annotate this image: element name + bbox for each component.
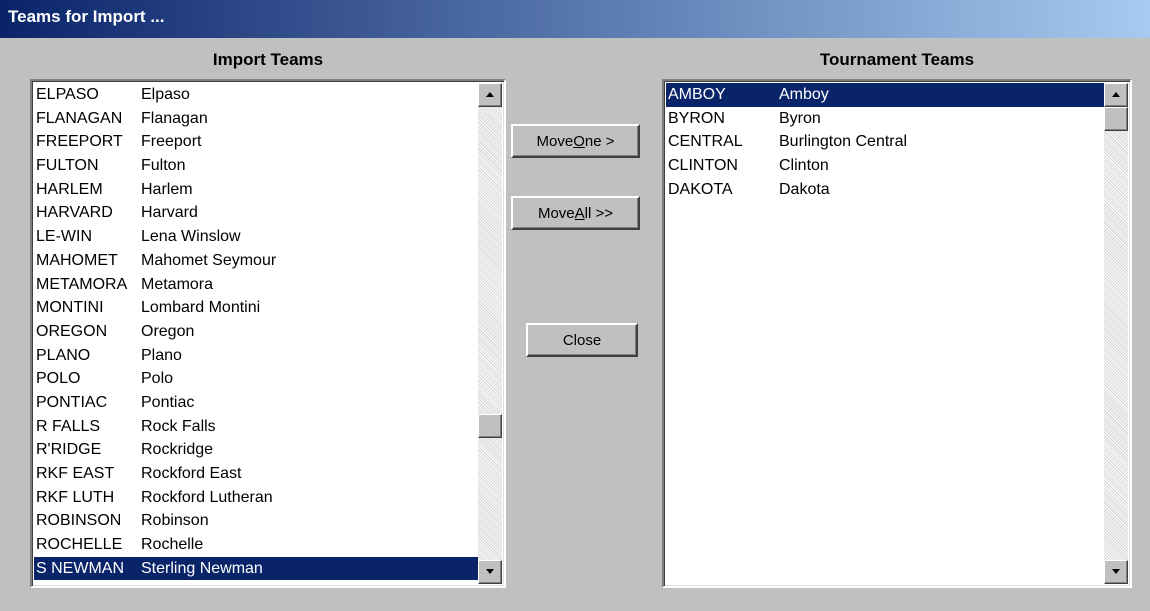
team-name: Harvard [141,204,198,222]
tournament-teams-rows: AMBOY Amboy BYRON Byron CENTRAL Burlington Ce… [666,83,1106,201]
list-item[interactable]: HARLEM Harlem [34,178,480,202]
team-code: ROCHELLE [36,536,123,554]
team-code: DAKOTA [668,180,733,198]
list-item[interactable]: BYRON Byron [666,107,1106,131]
move-one-button[interactable]: Move One > [511,124,640,158]
list-item[interactable]: ELPASO Elpaso [34,83,480,107]
team-code: ELPASO [36,86,99,103]
window-title: Teams for Import ... [8,7,165,26]
list-item[interactable]: FREEPORT Freeport [34,130,480,154]
team-code: BYRON [668,109,725,127]
list-item[interactable]: LE-WIN Lena Winslow [34,225,480,249]
team-code: MAHOMET [36,251,118,269]
team-name: Oregon [141,322,195,340]
team-name: Harlem [141,180,193,198]
team-name: Rochelle [141,536,204,554]
team-name: Lombard Montini [141,299,261,317]
team-name: Rockford Lutheran [141,488,273,506]
team-code: RKF LUTH [36,488,115,506]
team-name: Rockford East [141,465,242,482]
list-item[interactable]: AMBOY Amboy [666,83,1106,107]
move-all-button[interactable]: Move All >> [511,196,640,230]
list-item[interactable]: OREGON Oregon [34,320,480,344]
team-name: Burlington Central [779,133,908,151]
tournament-teams-label: Tournament Teams [819,50,975,69]
team-code: HARVARD [36,204,113,222]
team-code: OREGON [36,322,108,340]
team-code: LE-WIN [36,228,92,246]
title-bar[interactable]: Teams for Import ... [0,0,1150,38]
scroll-thumb[interactable] [1104,107,1128,131]
list-item[interactable]: PONTIAC Pontiac [34,391,480,415]
import-teams-scrollbar[interactable] [478,83,502,584]
scroll-up-button[interactable] [1104,83,1128,107]
team-name: Rock Falls [141,417,216,435]
team-code: HARLEM [36,180,103,198]
scroll-down-button[interactable] [1104,560,1128,584]
team-name: Polo [141,370,174,388]
team-name: Freeport [141,133,202,151]
team-name: Dakota [779,180,830,198]
team-name: Byron [779,109,821,127]
list-item[interactable]: HARVARD Harvard [34,201,480,225]
team-code: PONTIAC [36,393,108,411]
team-name: Rockridge [141,441,214,459]
team-code: PLANO [36,346,91,364]
list-item[interactable]: FULTON Fulton [34,154,480,178]
team-name: Fulton [141,157,186,175]
list-item[interactable]: MAHOMET Mahomet Seymour [34,249,480,273]
close-button[interactable]: Close [526,323,638,357]
team-code: S NEWMAN [36,559,124,577]
team-name: Clinton [779,157,829,175]
import-teams-label: Import Teams [212,50,324,69]
list-item[interactable]: DAKOTA Dakota [666,178,1106,202]
team-name: Pontiac [141,393,195,411]
list-item[interactable]: POLO Polo [34,367,480,391]
list-item[interactable]: FLANAGAN Flanagan [34,107,480,131]
team-name: Sterling Newman [141,559,263,577]
team-name: Robinson [141,512,209,530]
team-code: POLO [36,370,81,388]
scroll-up-button[interactable] [478,83,502,107]
list-item[interactable]: MONTINI Lombard Montini [34,296,480,320]
team-code: FULTON [36,157,99,175]
list-item[interactable]: RKF EAST Rockford East [34,462,480,486]
team-code: CENTRAL [668,133,743,151]
team-name: Flanagan [141,109,208,127]
team-code: MONTINI [36,299,104,317]
tournament-teams-list[interactable]: AMBOY Amboy BYRON Byron CENTRAL Burlington Ce… [662,79,1132,588]
list-item[interactable]: PLANO Plano [34,344,480,368]
team-code: METAMORA [36,275,128,293]
team-code: FREEPORT [36,133,123,151]
scroll-thumb[interactable] [478,414,502,438]
list-item[interactable]: CENTRAL Burlington Central [666,130,1106,154]
list-item[interactable]: RKF LUTH Rockford Lutheran [34,486,480,510]
team-name: Amboy [779,86,829,103]
team-code: CLINTON [668,157,738,175]
team-code: FLANAGAN [36,109,123,127]
scroll-down-button[interactable] [478,560,502,584]
team-name: Elpaso [141,86,190,103]
team-name: Plano [141,346,182,364]
team-name: Metamora [141,275,214,293]
list-item[interactable]: ROCHELLE Rochelle [34,533,480,557]
team-code: R'RIDGE [36,441,102,459]
team-name: Lena Winslow [141,228,241,246]
tournament-teams-scrollbar[interactable] [1104,83,1128,584]
import-teams-list[interactable]: ELPASO Elpaso FLANAGAN Flanagan FREEPORT Free… [30,79,506,588]
team-code: RKF EAST [36,465,115,482]
team-name: Mahomet Seymour [141,251,277,269]
list-item[interactable]: R FALLS Rock Falls [34,415,480,439]
list-item[interactable]: ROBINSON Robinson [34,509,480,533]
import-teams-rows: ELPASO Elpaso FLANAGAN Flanagan FREEPORT Free… [34,83,480,581]
team-code: ROBINSON [36,512,122,530]
list-item[interactable]: CLINTON Clinton [666,154,1106,178]
team-code: AMBOY [668,86,726,103]
list-item[interactable]: R'RIDGE Rockridge [34,438,480,462]
team-code: R FALLS [36,417,101,435]
list-item[interactable]: S NEWMAN Sterling Newman [34,556,480,581]
list-item[interactable]: METAMORA Metamora [34,273,480,297]
